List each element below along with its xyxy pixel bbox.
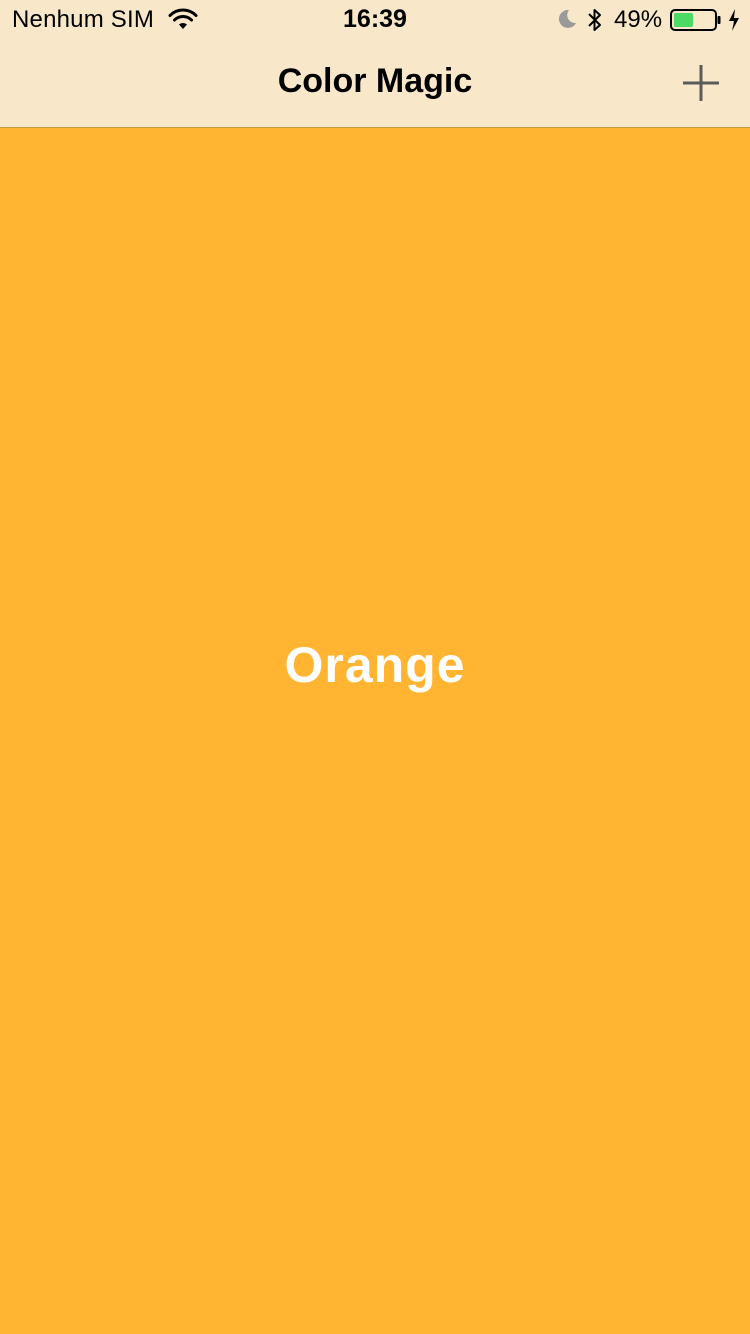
top-bar: Nenhum SIM 16:39 49% Color Magic xyxy=(0,0,750,128)
color-name-label: Orange xyxy=(284,637,466,693)
moon-icon xyxy=(558,9,576,28)
battery-icon xyxy=(670,9,721,31)
status-bar: Nenhum SIM 16:39 49% xyxy=(0,0,750,40)
bluetooth-icon xyxy=(588,9,601,31)
battery-fill xyxy=(674,13,694,27)
plus-icon xyxy=(683,65,719,101)
nav-title: Color Magic xyxy=(277,62,473,100)
battery-percent: 49% xyxy=(614,6,663,33)
charging-bolt-icon xyxy=(729,9,739,31)
add-button[interactable] xyxy=(678,60,724,106)
color-screen[interactable]: Nenhum SIM 16:39 49% Color Magic Orange xyxy=(0,0,750,1334)
